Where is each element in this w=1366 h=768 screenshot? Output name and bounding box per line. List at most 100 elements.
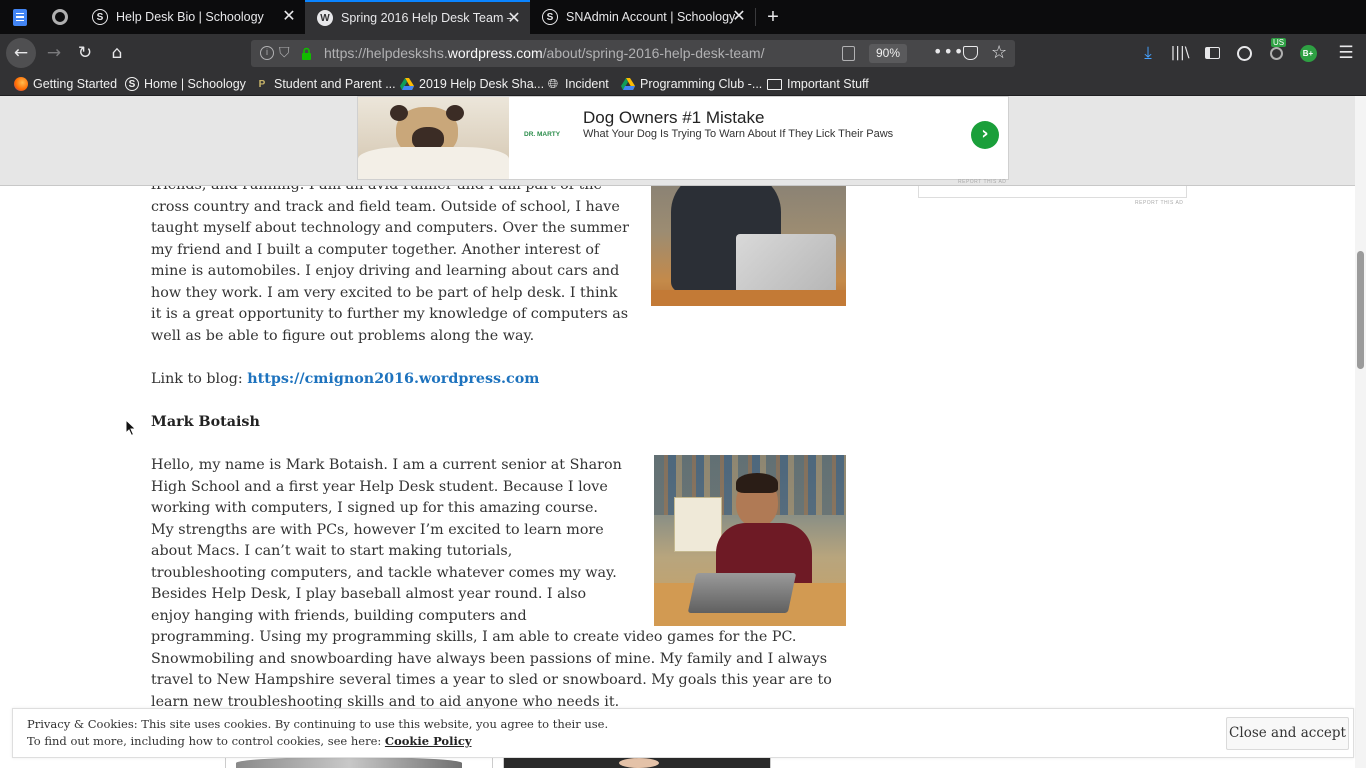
blog-link-line: Link to blog: https://cmignon2016.wordpr… — [151, 369, 851, 391]
cookie-text: Privacy & Cookies: This site uses cookie… — [27, 716, 608, 749]
photo-detail — [236, 757, 462, 768]
reload-icon: ↻ — [77, 43, 93, 63]
bookmark-label: Home | Schoology — [144, 77, 246, 91]
close-icon[interactable]: ✕ — [281, 9, 297, 25]
forward-arrow-icon: → — [46, 43, 62, 63]
extension-vpn-button[interactable]: US — [1262, 38, 1290, 67]
home-icon: ⌂ — [111, 43, 123, 63]
back-button[interactable]: ← — [6, 38, 36, 68]
cookie-line-1: Privacy & Cookies: This site uses cookie… — [27, 717, 609, 731]
student-photo-1 — [651, 182, 846, 306]
blanket — [358, 147, 509, 179]
grade-extension-button[interactable]: B+ — [1294, 39, 1322, 67]
downloads-button[interactable]: ⤓ — [1134, 39, 1162, 67]
bookmark-star-icon[interactable]: ☆ — [991, 42, 1007, 63]
tab-snadmin[interactable]: S SNAdmin Account | Schoology ✕ — [530, 0, 755, 34]
ad-image-dog — [358, 97, 509, 179]
reader-view-icon[interactable] — [842, 46, 855, 61]
pocket-icon[interactable] — [963, 46, 978, 60]
zoom-level[interactable]: 90% — [869, 44, 907, 63]
tab-bar: S Help Desk Bio | Schoology ✕ W Spring 2… — [0, 0, 1366, 34]
chevron-right-icon[interactable]: › — [971, 121, 999, 149]
folder-icon — [767, 78, 782, 90]
bookmark-important-stuff[interactable]: Important Stuff — [767, 75, 869, 93]
pinned-tab-extension[interactable] — [40, 0, 80, 34]
lock-icon[interactable] — [301, 46, 312, 60]
extension-icon — [52, 9, 68, 25]
bookmark-label: Getting Started — [33, 77, 118, 91]
docs-icon — [13, 8, 27, 26]
student-name: Mark Botaish — [151, 414, 260, 430]
menu-button[interactable]: ☰ — [1332, 39, 1360, 67]
tab-title: SNAdmin Account | Schoology — [566, 10, 736, 24]
photo-table — [651, 290, 846, 306]
photo-detail — [619, 758, 659, 768]
web-page: friends, and running. I am an avid runne… — [0, 96, 1366, 768]
schoology-icon: S — [542, 9, 558, 25]
forward-button[interactable]: → — [40, 39, 68, 67]
blog-link[interactable]: https://cmignon2016.wordpress.com — [247, 371, 539, 387]
ad-banner[interactable]: DR. MARTY Dog Owners #1 Mistake What You… — [357, 96, 1009, 180]
info-icon[interactable]: i — [260, 46, 274, 60]
ad-title[interactable]: Dog Owners #1 Mistake — [583, 108, 764, 128]
url-text[interactable]: https://helpdeskshs.wordpress.com/about/… — [324, 45, 764, 61]
bookmark-label: Student and Parent ... — [274, 77, 396, 91]
mouse-cursor-icon — [125, 419, 137, 437]
tab-divider — [755, 8, 756, 26]
schoology-icon: S — [92, 9, 108, 25]
sidebar-button[interactable] — [1198, 39, 1226, 67]
firefox-icon — [14, 77, 28, 91]
photo-box — [674, 497, 722, 552]
account-icon — [1236, 45, 1252, 61]
library-button[interactable]: |||\ — [1166, 39, 1194, 67]
tracking-shield-icon[interactable]: ⛉ — [279, 45, 290, 61]
page-actions-icon[interactable]: ••• — [933, 42, 964, 61]
bookmark-incident[interactable]: 🌐︎ Incident — [546, 75, 609, 93]
bookmark-help-desk-sha[interactable]: 2019 Help Desk Sha... — [400, 75, 544, 93]
tab-help-desk-bio[interactable]: S Help Desk Bio | Schoology ✕ — [80, 0, 305, 34]
photo-laptop — [687, 573, 797, 613]
bookmark-label: Incident — [565, 77, 609, 91]
bookmark-student-parent[interactable]: P Student and Parent ... — [255, 75, 396, 93]
sidebar-report-ad[interactable]: REPORT THIS AD — [1135, 200, 1183, 206]
new-tab-button[interactable]: + — [758, 0, 788, 34]
bookmark-home-schoology[interactable]: S Home | Schoology — [125, 75, 246, 93]
cookie-line-2-text: To find out more, including how to contr… — [27, 733, 385, 748]
reload-button[interactable]: ↻ — [71, 39, 99, 67]
grade-badge: B+ — [1299, 44, 1317, 62]
bio-paragraph-1: friends, and running. I am an avid runne… — [151, 175, 631, 347]
ad-brand: DR. MARTY — [524, 131, 561, 138]
student-name-heading: Mark Botaish — [151, 412, 851, 434]
page-scrollbar[interactable] — [1355, 96, 1366, 768]
download-icon: ⤓ — [1144, 43, 1152, 63]
close-icon[interactable]: ✕ — [731, 9, 747, 25]
ad-report-link[interactable]: REPORT THIS AD — [958, 179, 1006, 185]
url-path: /about/spring-2016-help-desk-team/ — [542, 45, 765, 61]
cookie-policy-link[interactable]: Cookie Policy — [385, 734, 472, 748]
url-bar[interactable]: i ⛉ https://helpdeskshs.wordpress.com/ab… — [251, 40, 1015, 67]
url-prefix: https://helpdeskshs. — [324, 45, 448, 61]
bio-text: friends, and running. I am an avid runne… — [151, 177, 629, 344]
close-and-accept-button[interactable]: Close and accept — [1226, 717, 1349, 750]
tab-title: Spring 2016 Help Desk Team – — [341, 11, 511, 25]
bookmark-programming-club[interactable]: Programming Club -... — [621, 75, 762, 93]
dog-ear-left — [390, 105, 408, 121]
bookmarks-toolbar: Getting Started S Home | Schoology P Stu… — [0, 72, 1366, 96]
plus-icon: + — [767, 5, 779, 28]
close-icon[interactable]: ✕ — [506, 11, 522, 27]
globe-icon: 🌐︎ — [547, 76, 559, 91]
tab-spring-2016[interactable]: W Spring 2016 Help Desk Team – ✕ — [305, 0, 530, 34]
scrollbar-thumb[interactable] — [1357, 251, 1364, 369]
home-button[interactable]: ⌂ — [103, 39, 131, 67]
bookmark-label: Important Stuff — [787, 77, 869, 91]
ad-subtitle[interactable]: What Your Dog Is Trying To Warn About If… — [583, 128, 893, 140]
powerschool-icon: P — [258, 78, 266, 90]
account-button[interactable] — [1230, 39, 1258, 67]
bookmark-getting-started[interactable]: Getting Started — [14, 75, 117, 93]
bookmark-label: Programming Club -... — [640, 77, 763, 91]
pinned-tab-docs[interactable] — [0, 0, 40, 34]
blog-label: Link to blog: — [151, 371, 248, 387]
wordpress-icon: W — [317, 10, 333, 26]
url-domain: wordpress.com — [447, 45, 543, 61]
back-arrow-icon: ← — [13, 43, 29, 63]
